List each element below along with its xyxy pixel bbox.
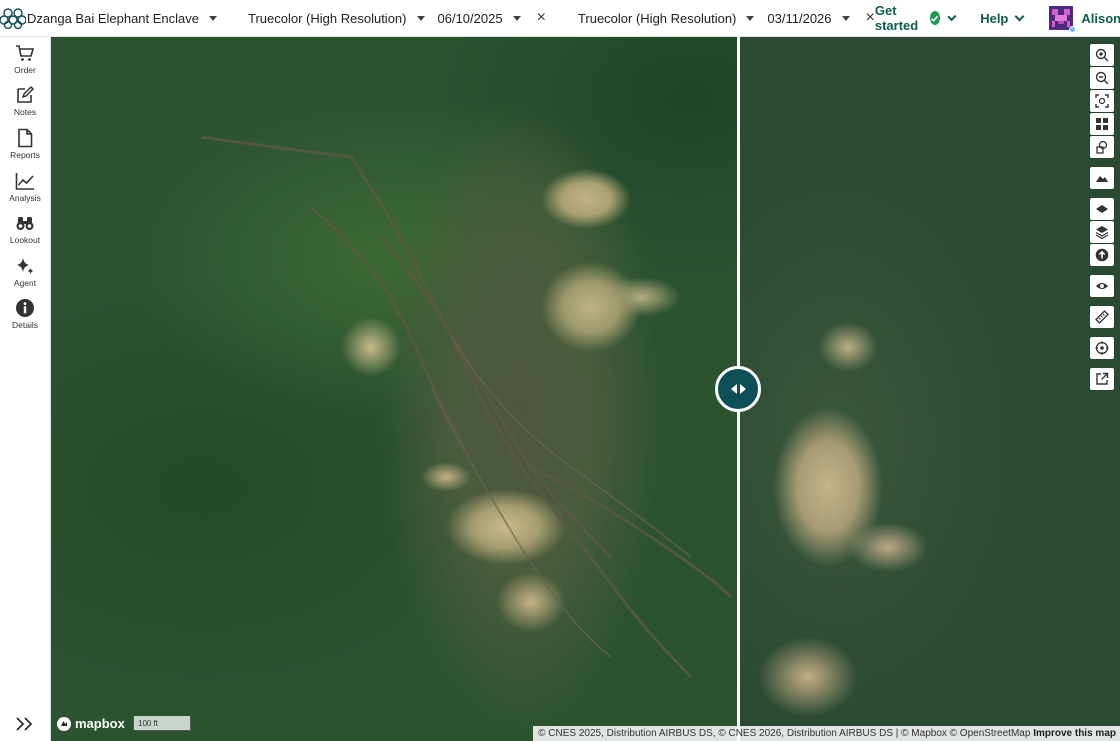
locate-button[interactable] xyxy=(1090,337,1114,359)
improve-map-link[interactable]: Improve this map xyxy=(1033,728,1116,739)
get-started-button[interactable]: Get started xyxy=(874,3,956,33)
sidebar-item-label: Agent xyxy=(13,278,37,288)
right-date-label: 03/11/2026 xyxy=(767,10,832,26)
external-link-icon xyxy=(1096,372,1109,385)
sidebar-item-label: Notes xyxy=(13,107,37,117)
binoculars-icon xyxy=(16,217,34,230)
edit-icon xyxy=(17,85,35,103)
layer-button[interactable] xyxy=(1090,198,1114,220)
upload-button[interactable] xyxy=(1090,244,1114,266)
terrain-button[interactable] xyxy=(1090,167,1114,189)
upload-icon xyxy=(1095,248,1109,262)
measure-button[interactable] xyxy=(1090,306,1114,328)
caret-down-icon xyxy=(512,15,521,21)
location-dropdown[interactable]: Dzanga Bai Elephant Enclave xyxy=(27,10,218,26)
left-date-label: 06/10/2025 xyxy=(437,10,503,26)
sidebar: Order Notes Reports Analysis Lookout Age… xyxy=(0,37,51,741)
arrow-left-icon xyxy=(730,384,737,394)
sidebar-item-order[interactable]: Order xyxy=(0,43,50,75)
grid-icon xyxy=(1096,118,1108,130)
mapbox-logo-icon xyxy=(57,716,71,731)
sidebar-item-lookout[interactable]: Lookout xyxy=(0,213,50,245)
double-chevron-right-icon[interactable] xyxy=(14,716,36,732)
mapbox-logo[interactable]: mapbox xyxy=(57,716,125,731)
right-layer-label: Truecolor (High Resolution) xyxy=(577,10,737,26)
map-canvas[interactable] xyxy=(51,37,1120,741)
compare-slider-handle[interactable] xyxy=(715,366,761,412)
check-circle-icon xyxy=(929,11,940,25)
online-status-icon xyxy=(1069,26,1077,33)
mapbox-logo-text: mapbox xyxy=(75,716,125,731)
caret-down-icon xyxy=(209,15,218,21)
map-attribution: © CNES 2025, Distribution AIRBUS DS, © C… xyxy=(533,726,1120,741)
sidebar-item-label: Details xyxy=(12,320,38,330)
scale-bar: 100 ft xyxy=(133,716,191,731)
fit-bounds-icon xyxy=(1095,94,1109,108)
caret-down-icon xyxy=(746,15,755,21)
sidebar-item-label: Reports xyxy=(10,150,40,160)
sidebar-item-notes[interactable]: Notes xyxy=(0,85,50,117)
attribution-text: © CNES 2025, Distribution AIRBUS DS, © C… xyxy=(538,728,1031,739)
left-layer-label: Truecolor (High Resolution) xyxy=(248,10,407,26)
sidebar-item-details[interactable]: Details xyxy=(0,298,50,330)
app-logo-icon[interactable] xyxy=(0,0,26,37)
layers-icon xyxy=(1095,226,1109,239)
sidebar-item-reports[interactable]: Reports xyxy=(0,128,50,160)
zoom-out-button[interactable] xyxy=(1090,67,1114,89)
document-icon xyxy=(18,128,33,148)
info-icon xyxy=(16,299,34,317)
user-menu-button[interactable]: Alison xyxy=(1049,6,1120,33)
user-name: Alison xyxy=(1081,10,1120,26)
layers-button[interactable] xyxy=(1090,221,1114,243)
chevron-down-icon xyxy=(1014,11,1025,21)
locate-icon xyxy=(1095,341,1109,355)
left-close-icon[interactable]: × xyxy=(537,10,546,26)
location-label: Dzanga Bai Elephant Enclave xyxy=(27,10,200,26)
right-date-dropdown[interactable]: 03/11/2026 xyxy=(767,10,850,26)
sidebar-item-label: Order xyxy=(14,65,36,75)
zoom-out-icon xyxy=(1095,71,1109,85)
caret-down-icon xyxy=(416,15,425,21)
open-external-button[interactable] xyxy=(1090,368,1114,390)
right-close-icon[interactable]: × xyxy=(866,10,875,26)
ruler-icon xyxy=(1095,310,1109,324)
zoom-in-button[interactable] xyxy=(1090,44,1114,66)
top-bar: Dzanga Bai Elephant Enclave Truecolor (H… xyxy=(0,0,1120,37)
right-layer-dropdown[interactable]: Truecolor (High Resolution) xyxy=(577,10,755,26)
eye-icon xyxy=(1096,283,1108,289)
chevron-down-icon xyxy=(946,11,956,21)
river-channels xyxy=(200,135,733,679)
zoom-in-icon xyxy=(1095,48,1109,62)
left-layer-dropdown[interactable]: Truecolor (High Resolution) xyxy=(248,10,425,26)
fit-bounds-button[interactable] xyxy=(1090,90,1114,112)
shapes-button[interactable] xyxy=(1090,136,1114,158)
layer-icon xyxy=(1096,205,1108,213)
sidebar-item-analysis[interactable]: Analysis xyxy=(0,171,50,203)
sparkle-icon xyxy=(17,258,34,274)
app-window: Dzanga Bai Elephant Enclave Truecolor (H… xyxy=(0,0,1120,741)
map-left-image xyxy=(51,37,738,741)
arrow-right-icon xyxy=(739,384,746,394)
avatar xyxy=(1049,6,1077,33)
left-date-dropdown[interactable]: 06/10/2025 xyxy=(438,11,521,26)
visibility-button[interactable] xyxy=(1090,275,1114,297)
shapes-icon xyxy=(1096,140,1108,154)
cart-icon xyxy=(16,45,35,61)
sidebar-item-label: Lookout xyxy=(9,235,41,245)
map-right-image xyxy=(738,37,1120,741)
help-label: Help xyxy=(980,10,1009,26)
caret-down-icon xyxy=(841,15,850,21)
get-started-label: Get started xyxy=(874,3,919,33)
sidebar-item-label: Analysis xyxy=(9,193,41,203)
sidebar-item-agent[interactable]: Agent xyxy=(0,256,50,288)
terrain-icon xyxy=(1096,176,1108,182)
help-button[interactable]: Help xyxy=(980,10,1025,26)
grid-button[interactable] xyxy=(1090,113,1114,135)
line-chart-icon xyxy=(15,173,34,190)
